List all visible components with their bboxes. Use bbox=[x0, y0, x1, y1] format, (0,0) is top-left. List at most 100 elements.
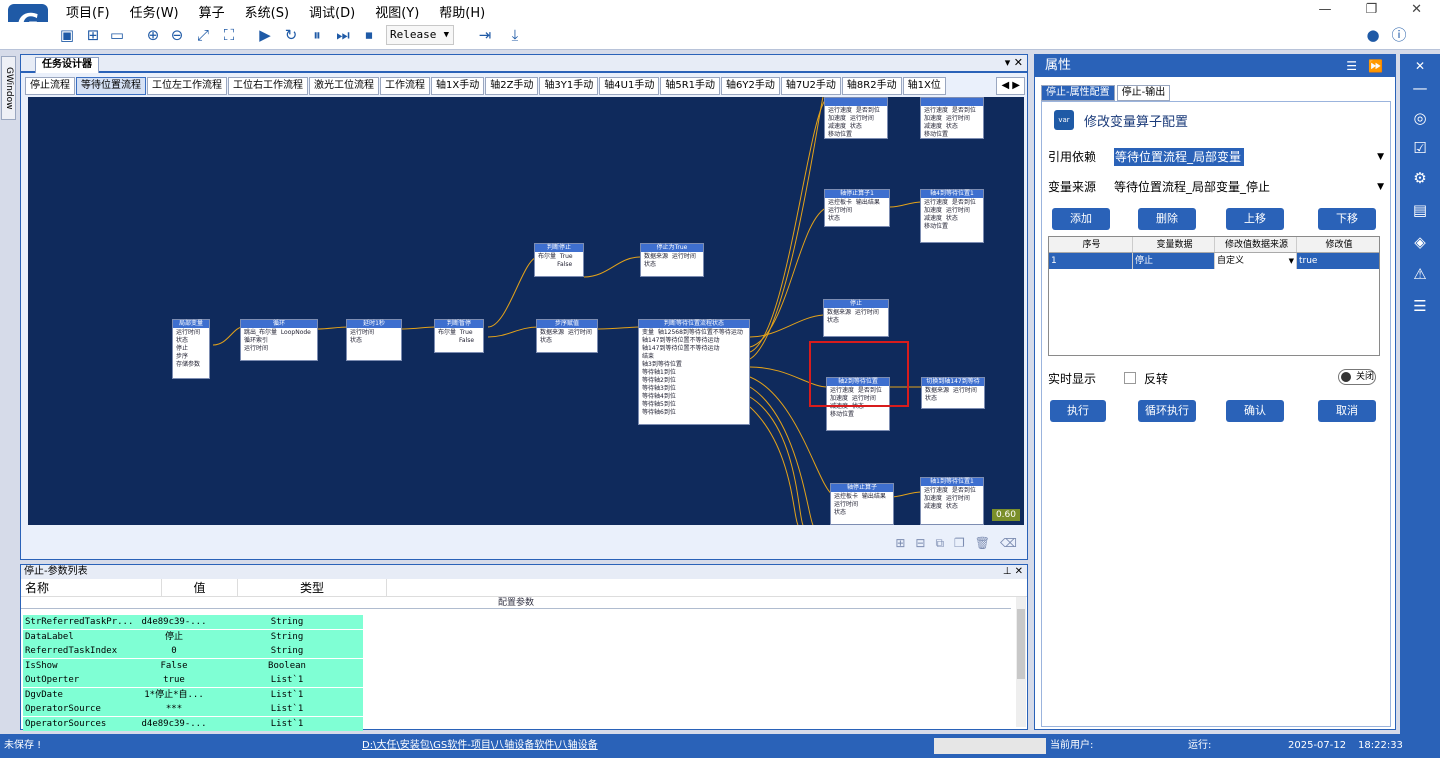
add-button[interactable]: 添加 bbox=[1052, 208, 1110, 230]
menu-item[interactable]: 任务(W) bbox=[130, 2, 179, 21]
flow-node[interactable]: 运行速度 是否到位 加速度 运行时间 减速度 状态 移动位置 bbox=[920, 97, 984, 139]
flow-canvas[interactable]: 局部变量 运行时间 状态 停止 步序 存储参数 循环 跳出_布尔量 LoopNode … bbox=[28, 97, 1024, 525]
close-icon[interactable]: ✕ bbox=[1410, 56, 1430, 76]
col-value[interactable]: 值 bbox=[161, 579, 237, 597]
flow-tab[interactable]: 轴1X手动 bbox=[431, 77, 485, 95]
pause-icon[interactable]: ⏸ bbox=[308, 26, 326, 44]
project-path-link[interactable]: D:\大任\安装包\GS软件-项目\八轴设备软件\八轴设备 bbox=[362, 734, 598, 758]
reference-dependency-field[interactable]: 引用依赖 等待位置流程_局部变量 ▼ bbox=[1048, 148, 1388, 166]
chevron-down-icon[interactable]: ▼ bbox=[1377, 178, 1384, 196]
designer-tab[interactable]: 任务设计器 bbox=[35, 57, 99, 73]
zoom-in-icon[interactable]: ⊕ bbox=[144, 26, 162, 44]
move-down-button[interactable]: 下移 bbox=[1318, 208, 1376, 230]
menu-item[interactable]: 调试(D) bbox=[309, 2, 355, 21]
table-row[interactable]: IsShow False Boolean bbox=[23, 658, 363, 673]
clear-icon[interactable]: ⌫ bbox=[1000, 536, 1017, 551]
flow-node[interactable]: 判断暂停 布尔量 True False bbox=[434, 319, 484, 353]
settings-icon[interactable]: ⚙ bbox=[1410, 168, 1430, 188]
pin-icon[interactable]: ⊥ ✕ bbox=[1003, 565, 1023, 579]
table-row[interactable]: DataLabel 停止 String bbox=[23, 629, 363, 644]
tab-output[interactable]: 停止-输出 bbox=[1116, 85, 1171, 101]
zoom-out-icon[interactable]: ⊖ bbox=[168, 26, 186, 44]
delete-button[interactable]: 删除 bbox=[1138, 208, 1196, 230]
menu-item[interactable]: 视图(Y) bbox=[375, 2, 419, 21]
table-row[interactable]: 1 停止 自定义 ▼ true bbox=[1049, 253, 1379, 269]
table-row[interactable]: OperatorSources d4e89c39-... List`1 bbox=[23, 716, 363, 731]
loop-execute-button[interactable]: 循环执行 bbox=[1138, 400, 1196, 422]
flow-node[interactable]: 运行速度 是否到位 加速度 运行时间 减速度 状态 移动位置 bbox=[824, 97, 888, 139]
flow-node[interactable]: 循环 跳出_布尔量 LoopNode 循环索引 运行时间 bbox=[240, 319, 318, 361]
table-row[interactable]: ReferredTaskIndex 0 String bbox=[23, 644, 363, 658]
confirm-button[interactable]: 确认 bbox=[1226, 400, 1284, 422]
menu-item[interactable]: 项目(F) bbox=[66, 2, 110, 21]
reference-value[interactable]: 等待位置流程_局部变量 bbox=[1114, 148, 1244, 166]
chevron-down-icon[interactable]: ▼ bbox=[1377, 148, 1384, 166]
download-icon[interactable]: ⤓ bbox=[506, 26, 524, 44]
flow-node[interactable]: 停止为True 数据来源 运行时间 状态 bbox=[640, 243, 704, 277]
table-row[interactable]: OperatorSource *** List`1 bbox=[23, 702, 363, 716]
close-icon[interactable]: ▾ ✕ bbox=[1005, 56, 1023, 69]
flow-tab[interactable]: 工作流程 bbox=[380, 77, 430, 95]
loop-run-icon[interactable]: ↻ bbox=[282, 26, 300, 44]
paste-icon[interactable]: ❐ bbox=[954, 536, 965, 551]
execute-button[interactable]: 执行 bbox=[1050, 400, 1106, 422]
panel-icon[interactable]: ▤ bbox=[1410, 200, 1430, 220]
source-value[interactable]: 等待位置流程_局部变量_停止 bbox=[1114, 178, 1380, 196]
minus-icon[interactable]: — bbox=[1410, 78, 1430, 98]
variable-source-field[interactable]: 变量来源 等待位置流程_局部变量_停止 ▼ bbox=[1048, 178, 1388, 196]
collapse-right-icon[interactable]: ⏩ bbox=[1368, 55, 1383, 77]
realtime-toggle[interactable]: 关闭 bbox=[1338, 369, 1376, 385]
move-up-button[interactable]: 上移 bbox=[1226, 208, 1284, 230]
flow-node[interactable]: 局部变量 运行时间 状态 停止 步序 存储参数 bbox=[172, 319, 210, 379]
flow-node[interactable]: 停止 数据来源 运行时间 状态 bbox=[823, 299, 889, 337]
flow-tab[interactable]: 轴3Y1手动 bbox=[539, 77, 599, 95]
stop-icon[interactable]: ⏹ bbox=[360, 26, 378, 44]
table-row[interactable]: DgvDate 1*停止*自... List`1 bbox=[23, 687, 363, 702]
table-row[interactable]: OutOperter true List`1 bbox=[23, 673, 363, 687]
user-icon[interactable]: ● bbox=[1364, 26, 1382, 44]
fit-icon[interactable]: ⤢ bbox=[194, 26, 212, 44]
layers-icon[interactable]: ◈ bbox=[1410, 232, 1430, 252]
flow-tab[interactable]: 停止流程 bbox=[25, 77, 75, 95]
flow-tab[interactable]: 轴7U2手动 bbox=[780, 77, 841, 95]
deploy-icon[interactable]: ⇥ bbox=[476, 26, 494, 44]
save-icon[interactable]: ▣ bbox=[58, 26, 76, 44]
flow-node[interactable]: 延时1秒 运行时间 状态 bbox=[346, 319, 402, 361]
minimize-icon[interactable]: — bbox=[1318, 2, 1331, 17]
flow-tab[interactable]: 激光工位流程 bbox=[309, 77, 379, 95]
flow-tab[interactable]: 工位左工作流程 bbox=[147, 77, 227, 95]
copy-icon[interactable]: ⧉ bbox=[935, 536, 944, 551]
reverse-checkbox[interactable] bbox=[1124, 372, 1136, 384]
list-icon[interactable]: ☰ bbox=[1346, 55, 1357, 77]
flow-tab[interactable]: 工位右工作流程 bbox=[228, 77, 308, 95]
source-select[interactable]: 自定义 ▼ bbox=[1215, 253, 1297, 269]
menu-item[interactable]: 帮助(H) bbox=[439, 2, 485, 21]
fullscreen-icon[interactable]: ⛶ bbox=[220, 26, 238, 44]
flow-node[interactable]: 判断等待位置流程状态 变量 轴12568到等待位置不等待运动 轴147到等待位置不… bbox=[638, 319, 750, 425]
run-icon[interactable]: ▶ bbox=[256, 26, 274, 44]
delete-icon[interactable]: 🗑 bbox=[975, 536, 990, 551]
flow-tab[interactable]: 轴5R1手动 bbox=[660, 77, 721, 95]
align-icon[interactable]: ⊞ bbox=[895, 536, 905, 551]
scrollbar[interactable] bbox=[1016, 597, 1026, 727]
flow-tab[interactable]: 轴1X位 bbox=[902, 77, 946, 95]
flow-node[interactable]: 步序赋值 数据来源 运行时间 状态 bbox=[536, 319, 598, 353]
tree-icon[interactable]: ☰ bbox=[1410, 296, 1430, 316]
flow-node[interactable]: 轴1到等待位置1 运行速度 是否到位 加速度 运行时间 减速度 状态 bbox=[920, 477, 984, 525]
flow-tab[interactable]: 等待位置流程 bbox=[76, 77, 146, 95]
close-icon[interactable]: ✕ bbox=[1411, 2, 1422, 17]
col-name[interactable]: 名称 bbox=[21, 579, 161, 597]
col-type[interactable]: 类型 bbox=[237, 579, 387, 597]
refresh-icon[interactable]: ◎ bbox=[1410, 108, 1430, 128]
flow-node[interactable]: 切换到轴147到等待 数据来源 运行时间 状态 bbox=[921, 377, 985, 409]
step-icon[interactable]: ⏭ bbox=[334, 26, 352, 44]
tab-property-config[interactable]: 停止-属性配置 bbox=[1041, 85, 1115, 101]
menu-item[interactable]: 算子 bbox=[199, 2, 225, 21]
group-icon[interactable]: ⊟ bbox=[915, 536, 925, 551]
checklist-icon[interactable]: ☑ bbox=[1410, 138, 1430, 158]
warning-icon[interactable]: ⚠ bbox=[1410, 264, 1430, 284]
flow-tab[interactable]: 轴4U1手动 bbox=[599, 77, 660, 95]
flow-tab[interactable]: 轴2Z手动 bbox=[485, 77, 539, 95]
cancel-button[interactable]: 取消 bbox=[1318, 400, 1376, 422]
info-icon[interactable]: ⓘ bbox=[1390, 26, 1408, 44]
